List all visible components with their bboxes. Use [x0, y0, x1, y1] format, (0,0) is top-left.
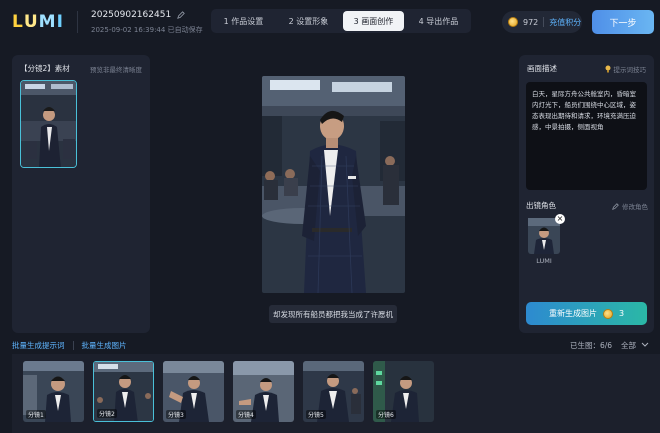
filter-select[interactable]: 全部 [621, 340, 649, 351]
scene-image[interactable] [262, 76, 405, 293]
recharge-link[interactable]: 充值积分 [549, 17, 581, 28]
regenerate-image-button[interactable]: 重新生成图片 3 [526, 302, 647, 325]
storyboard-shot[interactable]: 分镜1 [23, 361, 84, 422]
edit-pencil-icon [612, 202, 619, 210]
storyboard-shot[interactable]: 分镜6 [373, 361, 434, 422]
tab-set-image[interactable]: 2 设置形象 [278, 11, 339, 31]
edit-pencil-icon[interactable] [177, 11, 185, 19]
next-button[interactable]: 下一步 [592, 10, 654, 34]
remove-role-icon[interactable]: × [555, 214, 565, 224]
shot-label: 分镜5 [306, 410, 326, 419]
shot-label: 分镜4 [236, 410, 256, 419]
project-title: 20250902162451 [91, 10, 185, 20]
description-title: 画面描述 [527, 64, 557, 73]
edit-role-link[interactable]: 修改角色 [612, 201, 648, 211]
tab-work-settings[interactable]: 1 作品设置 [213, 11, 274, 31]
project-name: 20250902162451 [91, 10, 172, 20]
credits-amount: 972 [523, 17, 539, 27]
coin-icon [602, 308, 613, 319]
shot-label: 分镜2 [97, 409, 117, 418]
header-divider [77, 11, 78, 33]
shot-label: 分镜3 [166, 410, 186, 419]
batch-generate-images-link[interactable]: 批量生成图片 [82, 340, 127, 351]
generated-count: 已生图：6/6 [570, 341, 613, 350]
material-title: 【分镜2】素材 [20, 64, 70, 73]
prompt-tips-link[interactable]: 提示词技巧 [605, 64, 646, 74]
coin-icon [508, 17, 518, 27]
scene-caption: 却发现所有船员都把我当成了许愿机 [269, 305, 397, 323]
shot-label: 分镜6 [376, 410, 396, 419]
role-avatar[interactable] [528, 218, 560, 254]
tab-scene-creation[interactable]: 3 画面创作 [343, 11, 404, 31]
tab-export[interactable]: 4 导出作品 [408, 11, 469, 31]
storyboard-shot-selected[interactable]: 分镜2 [93, 361, 154, 422]
step-tabs: 1 作品设置 2 设置形象 3 画面创作 4 导出作品 [211, 9, 471, 33]
app-logo[interactable]: LUMI [12, 12, 64, 32]
description-textarea[interactable]: 白天，星际方舟公共舱室内，昏暗室内灯光下，船员们围绕中心区域，姿态表现出期待和请… [526, 82, 647, 190]
material-panel: 【分镜2】素材 预览非最终清晰度 [12, 55, 150, 333]
batch-actions: 批量生成提示词 批量生成图片 [12, 340, 127, 351]
storyboard-shot[interactable]: 分镜4 [233, 361, 294, 422]
autosave-status: 2025-09-02 16:39:44 已自动保存 [91, 26, 203, 34]
credits-pill: 972 充值积分 [502, 11, 582, 33]
role-title: 出镜角色 [526, 201, 556, 210]
storyboard-shot[interactable]: 分镜3 [163, 361, 224, 422]
chevron-down-icon [641, 340, 649, 351]
regen-cost: 3 [618, 309, 625, 318]
storyboard-shot[interactable]: 分镜5 [303, 361, 364, 422]
shot-label: 分镜1 [26, 410, 46, 419]
lightbulb-icon [605, 65, 611, 73]
batch-generate-prompts-link[interactable]: 批量生成提示词 [12, 340, 65, 351]
preview-hint: 预览非最终清晰度 [90, 66, 142, 74]
role-name: LUMI [536, 257, 552, 265]
top-bar: LUMI 20250902162451 2025-09-02 16:39:44 … [0, 0, 660, 44]
material-thumbnail[interactable] [20, 80, 77, 168]
